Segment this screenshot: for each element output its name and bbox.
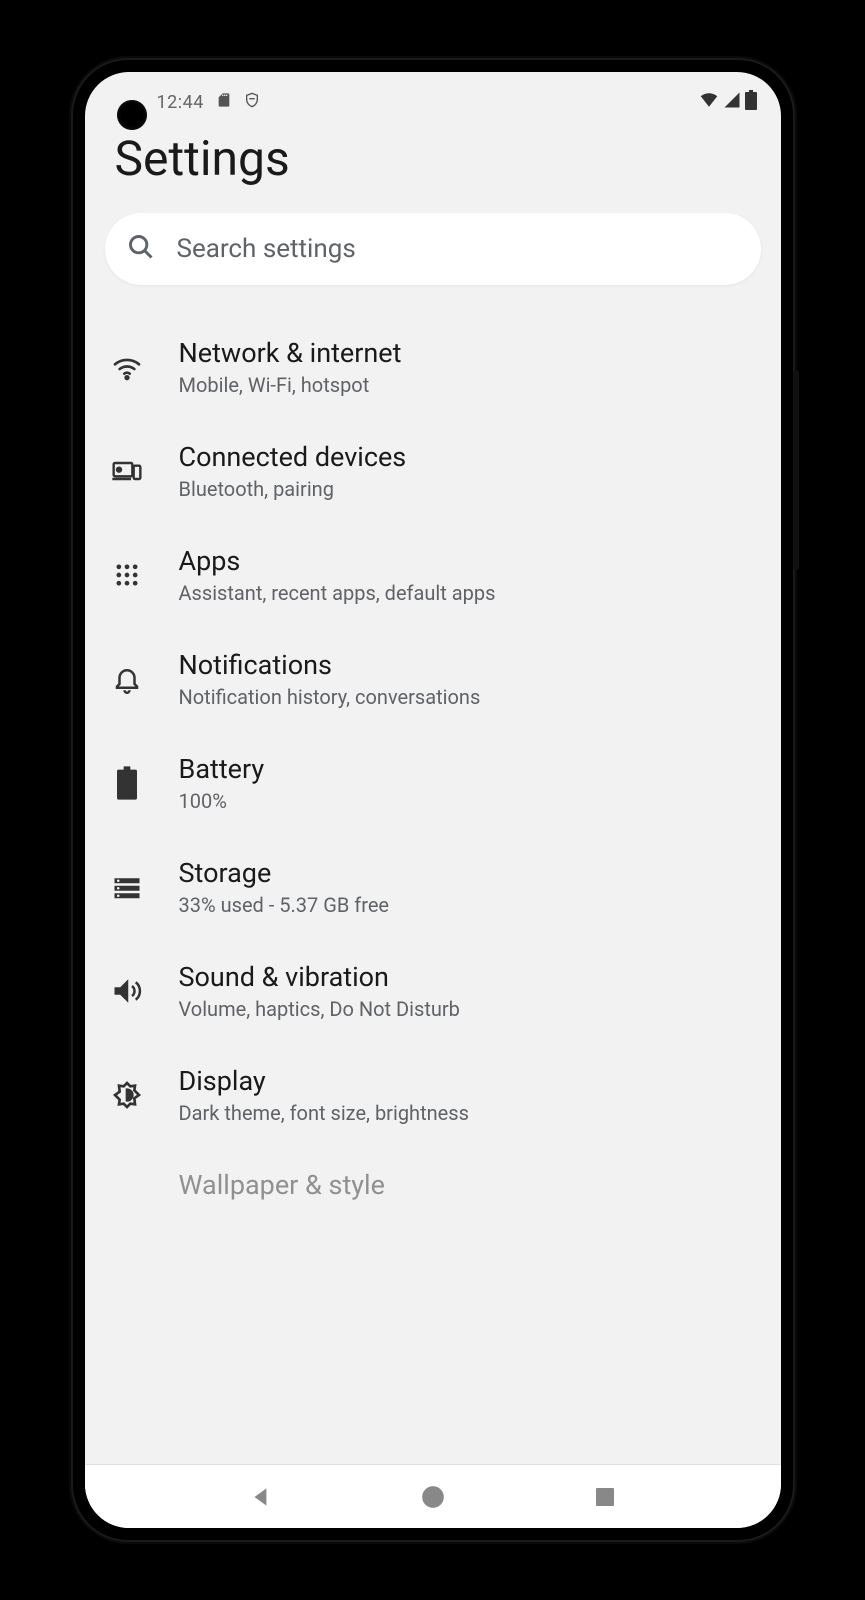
settings-item-network[interactable]: Network & internet Mobile, Wi-Fi, hotspo…: [105, 315, 761, 419]
settings-item-apps[interactable]: Apps Assistant, recent apps, default app…: [105, 523, 761, 627]
bell-icon: [105, 664, 149, 694]
item-subtitle: Bluetooth, pairing: [179, 477, 407, 501]
item-subtitle: 100%: [179, 789, 265, 813]
settings-item-storage[interactable]: Storage 33% used - 5.37 GB free: [105, 835, 761, 939]
brightness-icon: [105, 1079, 149, 1111]
devices-icon: [105, 455, 149, 487]
settings-item-wallpaper[interactable]: Wallpaper & style: [105, 1147, 761, 1223]
storage-icon: [105, 872, 149, 902]
phone-frame: 12:44 Settings: [73, 60, 793, 1540]
wifi-icon: [105, 351, 149, 383]
apps-grid-icon: [105, 561, 149, 589]
item-title: Display: [179, 1065, 469, 1097]
item-subtitle: Volume, haptics, Do Not Disturb: [179, 997, 460, 1021]
item-subtitle: 33% used - 5.37 GB free: [179, 893, 390, 917]
item-title: Sound & vibration: [179, 961, 460, 993]
back-button[interactable]: [241, 1477, 281, 1517]
phone-screen: 12:44 Settings: [85, 72, 781, 1528]
settings-item-notifications[interactable]: Notifications Notification history, conv…: [105, 627, 761, 731]
recents-button[interactable]: [585, 1477, 625, 1517]
battery-icon: [105, 766, 149, 800]
item-title: Apps: [179, 545, 496, 577]
search-bar[interactable]: Search settings: [105, 213, 761, 285]
status-time: 12:44: [157, 92, 204, 113]
item-title: Network & internet: [179, 337, 402, 369]
status-bar: 12:44: [85, 80, 781, 124]
settings-item-battery[interactable]: Battery 100%: [105, 731, 761, 835]
item-title: Connected devices: [179, 441, 407, 473]
settings-item-display[interactable]: Display Dark theme, font size, brightnes…: [105, 1043, 761, 1147]
settings-list[interactable]: Network & internet Mobile, Wi-Fi, hotspo…: [85, 315, 781, 1464]
page-title: Settings: [85, 124, 781, 213]
item-title: Notifications: [179, 649, 481, 681]
settings-item-sound[interactable]: Sound & vibration Volume, haptics, Do No…: [105, 939, 761, 1043]
camera-cutout: [117, 100, 147, 130]
status-bar-right: [699, 90, 757, 115]
signal-icon: [723, 91, 741, 114]
wifi-status-icon: [699, 91, 719, 114]
sd-card-icon: [216, 91, 232, 114]
nav-bar: [85, 1464, 781, 1528]
item-subtitle: Assistant, recent apps, default apps: [179, 581, 496, 605]
status-bar-left: 12:44: [157, 91, 260, 114]
battery-status-icon: [745, 90, 757, 115]
home-button[interactable]: [413, 1477, 453, 1517]
side-button: [793, 370, 799, 570]
shield-icon: [244, 91, 260, 114]
item-title: Storage: [179, 857, 390, 889]
item-subtitle: Mobile, Wi-Fi, hotspot: [179, 373, 402, 397]
settings-item-connected-devices[interactable]: Connected devices Bluetooth, pairing: [105, 419, 761, 523]
item-subtitle: Notification history, conversations: [179, 685, 481, 709]
item-subtitle: Dark theme, font size, brightness: [179, 1101, 469, 1125]
item-title: Battery: [179, 753, 265, 785]
sound-icon: [105, 976, 149, 1006]
search-placeholder: Search settings: [177, 234, 356, 264]
item-title: Wallpaper & style: [179, 1169, 385, 1201]
search-icon: [127, 233, 155, 265]
